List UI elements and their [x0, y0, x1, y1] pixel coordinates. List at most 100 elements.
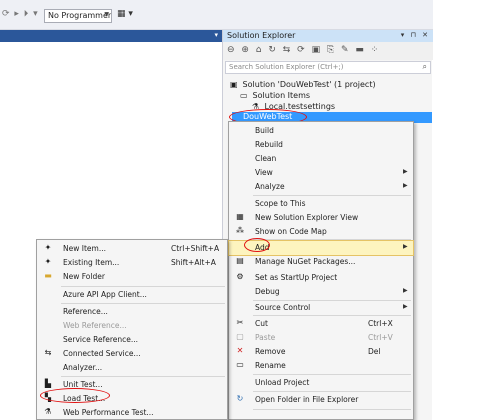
- menu-item-label: New Folder: [63, 272, 105, 281]
- tree-item-solution[interactable]: ▣ Solution 'DouWebTest' (1 project): [230, 80, 376, 89]
- menu-item-open-folder[interactable]: ↻ Open Folder in File Explorer: [229, 393, 413, 407]
- menu-item-label: Analyze: [255, 182, 285, 191]
- open-folder-icon: ↻: [236, 394, 244, 403]
- folder-icon: ▭: [240, 91, 248, 100]
- submenu-arrow-icon: ▶: [403, 168, 408, 175]
- menu-item-label: Service Reference...: [63, 335, 139, 344]
- submenu-arrow-icon: ▶: [403, 182, 408, 189]
- menu-item-scope-to-this[interactable]: Scope to This: [229, 197, 413, 211]
- menu-item-set-startup[interactable]: ⚙ Set as StartUp Project: [229, 271, 413, 285]
- menu-item-new-solution-explorer-view[interactable]: ▦ New Solution Explorer View: [229, 211, 413, 225]
- menu-item-remove[interactable]: ✕ Remove Del: [229, 345, 413, 359]
- tree-item-label: Solution 'DouWebTest' (1 project): [242, 80, 376, 89]
- menu-item-label: Connected Service...: [63, 349, 141, 358]
- menu-item-label: Rebuild: [255, 140, 283, 149]
- menu-separator: [253, 409, 411, 410]
- editor-tab-strip: ▾: [0, 30, 222, 42]
- tree-item-solution-items[interactable]: ▭ Solution Items: [240, 91, 310, 100]
- unit-test-icon: ▙: [44, 379, 52, 388]
- solution-explorer-toolbar[interactable]: ⊖ ⊕ ⌂ ↻ ⇆ ⟳ ▣ ⎘ ✎ ▬ ⁘: [223, 42, 433, 60]
- menu-item-source-control[interactable]: Source Control ▶: [229, 301, 413, 315]
- menu-item-shortcut: Del: [368, 347, 381, 356]
- menu-item-label: Build: [255, 126, 274, 135]
- rename-icon: ▭: [236, 360, 244, 369]
- menu-item-label: Azure API App Client...: [63, 290, 147, 299]
- main-toolbar: ⟳ ▸ ⏵ ▾ No Programmer ▼ ▦ ▾: [0, 0, 500, 30]
- menu-item-clean[interactable]: Clean: [229, 152, 413, 166]
- solution-explorer-title: Solution Explorer: [227, 31, 296, 40]
- chevron-down-icon: ▼: [104, 11, 109, 18]
- paste-icon: ▢: [236, 332, 244, 341]
- menu-item-service-reference[interactable]: Service Reference...: [37, 333, 227, 347]
- annotation-circle-add: [244, 238, 270, 252]
- menu-item-label: Source Control: [255, 303, 311, 312]
- menu-item-label: Manage NuGet Packages...: [255, 257, 356, 266]
- submenu-arrow-icon: ▶: [403, 287, 408, 294]
- menu-item-label: Show on Code Map: [255, 227, 327, 236]
- submenu-arrow-icon: ▶: [403, 243, 408, 250]
- menu-item-shortcut: Ctrl+V: [368, 333, 393, 342]
- panel-controls[interactable]: ▾ ⊓ ✕: [401, 31, 430, 39]
- menu-item-label: Unload Project: [255, 378, 310, 387]
- menu-item-rename[interactable]: ▭ Rename: [229, 359, 413, 373]
- solution-icon: ▣: [230, 80, 238, 89]
- menu-item-connected-service[interactable]: ⇆ Connected Service...: [37, 347, 227, 361]
- scissors-icon: ✂: [236, 318, 244, 327]
- menu-item-label: Debug: [255, 287, 280, 296]
- menu-item-label: Clean: [255, 154, 277, 163]
- menu-item-reference[interactable]: Reference...: [37, 305, 227, 319]
- menu-item-cut[interactable]: ✂ Cut Ctrl+X: [229, 317, 413, 331]
- folder-icon: ▬: [44, 271, 52, 280]
- menu-separator: [253, 315, 411, 316]
- new-view-icon: ▦: [236, 212, 244, 221]
- menu-item-new-folder[interactable]: ▬ New Folder: [37, 270, 227, 284]
- menu-item-shortcut: Ctrl+Shift+A: [171, 244, 220, 253]
- debug-target-value: No Programmer: [48, 11, 112, 20]
- menu-item-existing-item[interactable]: ✦ Existing Item... Shift+Alt+A: [37, 256, 227, 270]
- menu-item-web-reference[interactable]: Web Reference...: [37, 319, 227, 333]
- menu-item-label: Rename: [255, 361, 286, 370]
- connected-service-icon: ⇆: [44, 348, 52, 357]
- menu-item-label: Reference...: [63, 307, 108, 316]
- nuget-icon: ▤: [236, 256, 244, 265]
- menu-item-label: Cut: [255, 319, 268, 328]
- menu-item-debug[interactable]: Debug ▶: [229, 285, 413, 299]
- tab-dropdown-icon[interactable]: ▾: [214, 31, 218, 39]
- project-context-menu: Build Rebuild Clean View ▶ Analyze ▶ Scope…: [228, 121, 414, 420]
- nav-icons[interactable]: ⟳ ▸ ⏵ ▾: [2, 9, 39, 19]
- menu-item-label: Remove: [255, 347, 286, 356]
- menu-item-unload-project[interactable]: Unload Project: [229, 376, 413, 390]
- new-item-icon: ✦: [44, 243, 52, 252]
- solution-explorer-title-bar: Solution Explorer ▾ ⊓ ✕: [223, 30, 433, 42]
- existing-item-icon: ✦: [44, 257, 52, 266]
- solution-explorer-search[interactable]: Search Solution Explorer (Ctrl+;) ⌕: [225, 61, 431, 74]
- annotation-circle-load-test: [40, 388, 110, 403]
- menu-item-shortcut: Shift+Alt+A: [171, 258, 216, 267]
- menu-separator: [61, 376, 225, 377]
- web-performance-test-icon: ⚗: [44, 407, 52, 416]
- menu-item-label: New Item...: [63, 244, 106, 253]
- menu-item-new-item[interactable]: ✦ New Item... Ctrl+Shift+A: [37, 242, 227, 256]
- menu-item-manage-nuget[interactable]: ▤ Manage NuGet Packages...: [229, 255, 413, 269]
- menu-item-label: Scope to This: [255, 199, 306, 208]
- menu-item-azure-api-client[interactable]: Azure API App Client...: [37, 288, 227, 302]
- tree-item-label: Solution Items: [252, 91, 311, 100]
- background-region: [433, 0, 500, 420]
- gear-icon: ⚙: [236, 272, 244, 281]
- menu-item-show-on-code-map[interactable]: ⁂ Show on Code Map: [229, 225, 413, 239]
- debug-target-select[interactable]: No Programmer ▼: [44, 9, 112, 23]
- menu-item-rebuild[interactable]: Rebuild: [229, 138, 413, 152]
- menu-item-analyze[interactable]: Analyze ▶: [229, 180, 413, 194]
- menu-item-analyzer[interactable]: Analyzer...: [37, 361, 227, 375]
- menu-item-paste[interactable]: ▢ Paste Ctrl+V: [229, 331, 413, 345]
- menu-item-label: Existing Item...: [63, 258, 120, 267]
- menu-item-web-performance-test[interactable]: ⚗ Web Performance Test...: [37, 406, 227, 420]
- menu-item-label: Analyzer...: [63, 363, 103, 372]
- menu-item-label: Web Performance Test...: [63, 408, 154, 417]
- menu-item-label: Web Reference...: [63, 321, 127, 330]
- menu-item-view[interactable]: View ▶: [229, 166, 413, 180]
- menu-item-build[interactable]: Build: [229, 124, 413, 138]
- search-icon[interactable]: ⌕: [423, 62, 427, 72]
- menu-separator: [253, 374, 411, 375]
- layout-icon[interactable]: ▦ ▾: [117, 9, 133, 19]
